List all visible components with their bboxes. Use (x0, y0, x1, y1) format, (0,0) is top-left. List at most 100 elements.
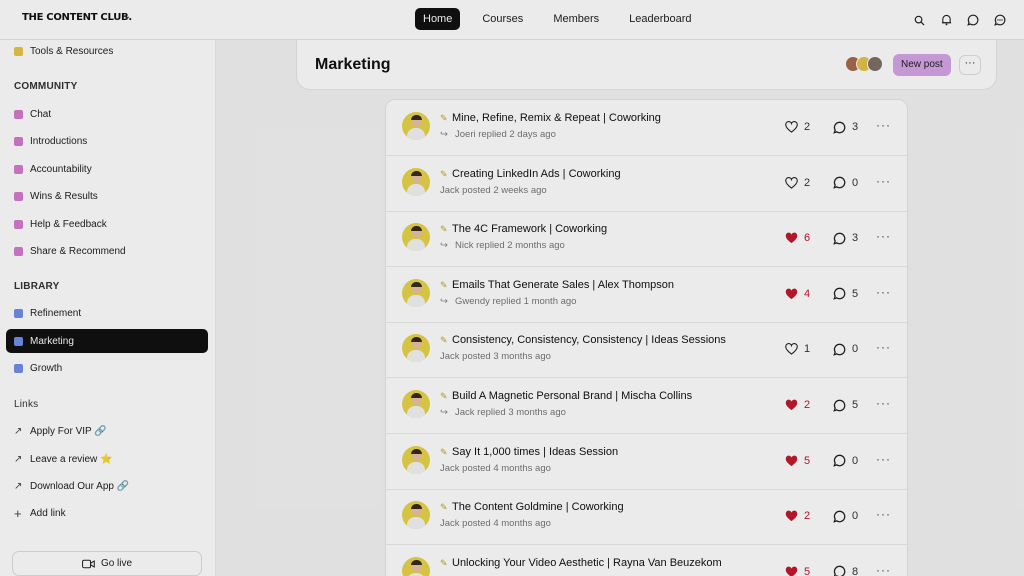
post-options-icon[interactable]: ··· (876, 340, 891, 354)
post-title[interactable]: ✎ Say It 1,000 times | Ideas Session (440, 446, 618, 458)
member-avatars[interactable] (845, 56, 883, 72)
pencil-emoji-icon: ✎ (440, 279, 448, 290)
comment-button[interactable]: 0 (832, 342, 858, 356)
author-avatar[interactable] (402, 445, 430, 474)
chat-icon[interactable] (963, 10, 983, 30)
comment-button[interactable]: 5 (832, 287, 858, 301)
comment-icon (832, 342, 846, 356)
sidebar-item-accountability[interactable]: Accountability (6, 157, 208, 181)
nav-courses[interactable]: Courses (474, 8, 531, 30)
like-button[interactable]: 6 (784, 231, 810, 245)
post-title[interactable]: ✎ Consistency, Consistency, Consistency |… (440, 334, 726, 346)
like-button[interactable]: 5 (784, 454, 810, 468)
comment-button[interactable]: 8 (832, 565, 858, 576)
nav-leaderboard[interactable]: Leaderboard (621, 8, 699, 30)
link-leave-review[interactable]: ↗ Leave a review ⭐ (6, 447, 208, 471)
post-title[interactable]: ✎ Creating LinkedIn Ads | Coworking (440, 168, 621, 180)
post-title[interactable]: ✎ Mine, Refine, Remix & Repeat | Coworkin… (440, 112, 661, 124)
comment-button[interactable]: 5 (832, 398, 858, 412)
post-title[interactable]: ✎ Build A Magnetic Personal Brand | Misch… (440, 390, 692, 402)
post-row[interactable]: ✎ Say It 1,000 times | Ideas Session Jack … (386, 434, 907, 490)
more-options-button[interactable]: ··· (959, 55, 981, 75)
folder-icon (14, 46, 23, 56)
post-options-icon[interactable]: ··· (876, 452, 891, 466)
sidebar-item-tools-resources[interactable]: Tools & Resources (6, 39, 208, 63)
author-avatar[interactable] (402, 334, 430, 363)
sidebar: Tools & Resources COMMUNITY Chat Introdu… (0, 40, 216, 576)
like-button[interactable]: 1 (784, 342, 810, 356)
post-options-icon[interactable]: ··· (876, 174, 891, 188)
like-button[interactable]: 2 (784, 509, 810, 523)
like-button[interactable]: 2 (784, 120, 810, 134)
messages-icon[interactable] (990, 10, 1010, 30)
post-row[interactable]: ✎ Creating LinkedIn Ads | Coworking Jack p… (386, 156, 907, 212)
post-row[interactable]: ✎ Consistency, Consistency, Consistency |… (386, 322, 907, 379)
post-options-icon[interactable]: ··· (876, 118, 891, 132)
heart-icon (784, 176, 798, 190)
chat-emoji-icon (14, 109, 23, 119)
link-apply-vip[interactable]: ↗ Apply For VIP 🔗 (6, 419, 208, 443)
sidebar-item-wins-results[interactable]: Wins & Results (6, 184, 208, 208)
comment-button[interactable]: 3 (832, 231, 858, 245)
sidebar-item-label: Wins & Results (30, 190, 98, 202)
comment-button[interactable]: 3 (832, 120, 858, 134)
comment-icon (832, 287, 846, 301)
sidebar-item-refinement[interactable]: Refinement (6, 301, 208, 325)
sidebar-item-help-feedback[interactable]: Help & Feedback (6, 212, 208, 236)
post-title[interactable]: ✎ Emails That Generate Sales | Alex Thomp… (440, 279, 674, 291)
go-live-button[interactable]: Go live (12, 551, 202, 576)
library-heading: LIBRARY (14, 281, 60, 292)
post-title[interactable]: ✎ Unlocking Your Video Aesthetic | Rayna … (440, 557, 722, 569)
like-button[interactable]: 4 (784, 287, 810, 301)
author-avatar[interactable] (402, 390, 430, 418)
comment-button[interactable]: 0 (832, 509, 858, 523)
sidebar-item-marketing[interactable]: Marketing (6, 329, 208, 353)
post-title[interactable]: ✎ The 4C Framework | Coworking (440, 223, 607, 235)
nav-home[interactable]: Home (415, 8, 461, 30)
link-label: Apply For VIP 🔗 (30, 425, 107, 437)
author-avatar[interactable] (402, 167, 430, 196)
post-row[interactable]: ✎ The 4C Framework | Coworking ↪ Nick repli… (386, 211, 907, 268)
nav-members[interactable]: Members (545, 8, 607, 30)
post-options-icon[interactable]: ··· (876, 563, 891, 576)
post-meta: Jack posted 3 months ago (440, 351, 551, 363)
like-button[interactable]: 5 (784, 565, 810, 576)
sidebar-item-label: Marketing (30, 335, 74, 347)
post-row[interactable]: ✎ Mine, Refine, Remix & Repeat | Coworkin… (386, 100, 907, 156)
sidebar-item-share-recommend[interactable]: Share & Recommend (6, 239, 208, 263)
like-button[interactable]: 2 (784, 398, 810, 412)
like-count: 6 (804, 232, 811, 245)
author-avatar[interactable] (402, 556, 430, 576)
post-row[interactable]: ✎ Unlocking Your Video Aesthetic | Rayna … (386, 545, 907, 576)
post-title[interactable]: ✎ The Content Goldmine | Coworking (440, 501, 624, 513)
post-options-icon[interactable]: ··· (876, 396, 891, 410)
post-options-icon[interactable]: ··· (876, 507, 891, 521)
link-download-app[interactable]: ↗ Download Our App 🔗 (6, 474, 208, 498)
post-options-icon[interactable]: ··· (876, 285, 891, 299)
add-link-button[interactable]: + Add link (6, 501, 208, 525)
sidebar-item-label: Tools & Resources (30, 45, 114, 57)
post-options-icon[interactable]: ··· (876, 229, 891, 243)
pencil-emoji-icon: ✎ (440, 113, 448, 123)
heart-icon (784, 342, 798, 356)
search-icon[interactable] (909, 10, 929, 30)
sidebar-item-growth[interactable]: Growth (6, 356, 208, 380)
post-row[interactable]: ✎ Build A Magnetic Personal Brand | Misch… (386, 378, 907, 434)
bell-icon[interactable] (936, 10, 956, 30)
like-button[interactable]: 2 (784, 176, 810, 190)
post-row[interactable]: ✎ Emails That Generate Sales | Alex Thomp… (386, 267, 907, 323)
comment-button[interactable]: 0 (832, 176, 858, 190)
author-avatar[interactable] (402, 501, 430, 530)
author-avatar[interactable] (402, 112, 430, 140)
sidebar-item-introductions[interactable]: Introductions (6, 129, 208, 153)
heart-icon (784, 565, 798, 576)
post-row[interactable]: ✎ The Content Goldmine | Coworking Jack po… (386, 489, 907, 546)
author-avatar[interactable] (402, 278, 430, 307)
chevron-down-icon[interactable]: ⌄ (123, 11, 131, 22)
sidebar-item-chat[interactable]: Chat (6, 102, 208, 126)
new-post-button[interactable]: New post (893, 54, 951, 76)
comment-button[interactable]: 0 (832, 454, 858, 468)
comment-icon (832, 565, 846, 576)
author-avatar[interactable] (402, 223, 430, 252)
brand-logo[interactable]: THE CONTENT CLUB. (22, 12, 132, 23)
